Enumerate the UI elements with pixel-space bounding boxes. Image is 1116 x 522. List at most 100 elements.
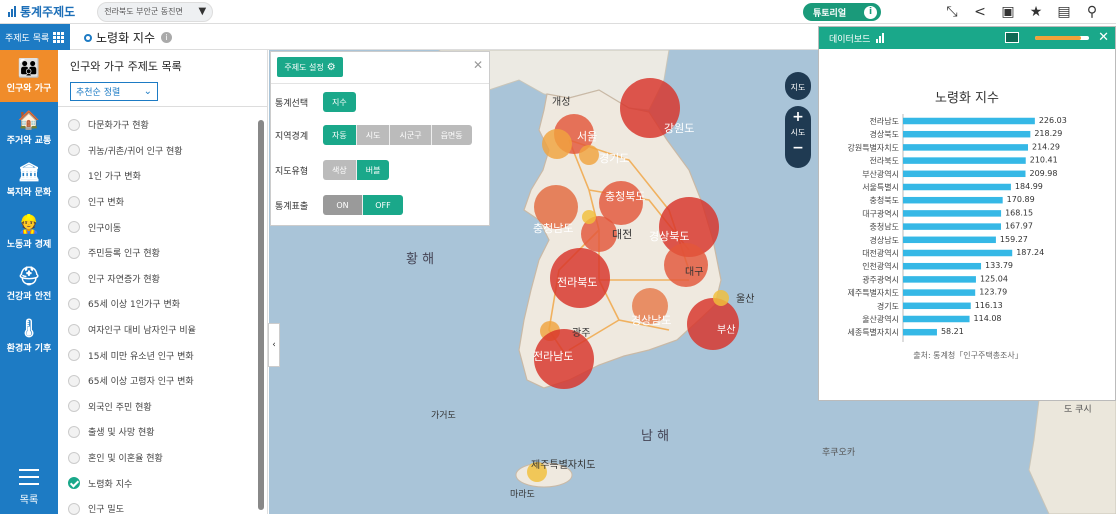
place-label: 충청북도: [605, 190, 645, 203]
chevron-left-icon: ‹: [272, 340, 276, 350]
chart-bar[interactable]: [903, 302, 971, 310]
segment-option[interactable]: 지수: [323, 92, 356, 112]
info-icon: i: [864, 5, 877, 19]
chart-bar[interactable]: [903, 210, 1002, 217]
chart-category-label: 충청남도: [870, 223, 899, 232]
map-bubble[interactable]: [579, 145, 599, 165]
close-icon[interactable]: ✕: [473, 58, 483, 72]
list-item-label: 65세 이상 1인가구 변화: [88, 300, 181, 311]
zoom-in-button[interactable]: +: [785, 109, 811, 125]
place-label: 가거도: [431, 410, 456, 421]
segment-option[interactable]: 색상: [323, 160, 357, 180]
chart-bar[interactable]: [903, 276, 976, 283]
list-item[interactable]: 노령화 지수: [68, 470, 258, 496]
map-bubble[interactable]: [582, 210, 596, 224]
chart-bar[interactable]: [903, 144, 1029, 151]
app-logo[interactable]: 통계주제도: [8, 3, 75, 20]
list-item[interactable]: 여자인구 대비 남자인구 비율: [68, 317, 258, 343]
map-bubble[interactable]: [664, 243, 708, 287]
image-icon[interactable]: [1005, 32, 1019, 43]
category-label: 주거와 교통: [6, 135, 52, 146]
chart-bar[interactable]: [903, 170, 1026, 178]
category-icon: ⛑: [17, 265, 41, 287]
theme-settings-button[interactable]: 주제도 설정 ⚙: [277, 57, 343, 77]
chart-category-label: 전라북도: [870, 156, 899, 166]
chart-bar[interactable]: [903, 223, 1001, 230]
chart-bar[interactable]: [903, 157, 1026, 164]
map-bubble[interactable]: [542, 129, 572, 159]
chart-bar[interactable]: [903, 117, 1035, 125]
zoom-level-label: 시도: [790, 128, 806, 137]
list-item[interactable]: 주민등록 인구 현황: [68, 240, 258, 266]
chart-category-label: 대전광역시: [862, 248, 899, 258]
chart-bar[interactable]: [903, 249, 1013, 257]
chart-bar[interactable]: [903, 130, 1031, 138]
segment-option[interactable]: 버블: [356, 160, 390, 180]
chart-bar[interactable]: [903, 315, 970, 323]
list-item[interactable]: 65세 이상 1인가구 변화: [68, 291, 258, 317]
panel-collapse-button[interactable]: ‹: [268, 323, 280, 367]
category-item[interactable]: 🏠 주거와 교통: [0, 102, 58, 154]
list-item[interactable]: 출생 및 사망 현황: [68, 419, 258, 445]
list-item[interactable]: 인구 자연증가 현황: [68, 266, 258, 292]
opacity-slider[interactable]: [1035, 36, 1089, 40]
map-bubble[interactable]: [713, 290, 729, 306]
scrollbar[interactable]: [258, 120, 264, 510]
list-item[interactable]: 인구이동: [68, 214, 258, 240]
category-item[interactable]: 🏛 복지와 문화: [0, 154, 58, 206]
region-select[interactable]: 전라북도 부안군 동진면 ▼: [97, 1, 214, 22]
category-label: 환경과 기후: [6, 343, 52, 354]
document-icon[interactable]: ▤: [1054, 2, 1074, 22]
place-label: 마라도: [510, 489, 535, 500]
sort-select[interactable]: 추천순 정렬 ⌄: [70, 82, 158, 101]
list-item[interactable]: 귀농/귀촌/귀어 인구 현황: [68, 138, 258, 164]
list-item[interactable]: 인구 밀도: [68, 496, 258, 522]
segment-option[interactable]: OFF: [363, 195, 403, 215]
star-icon[interactable]: ★: [1026, 2, 1046, 22]
chart-bar[interactable]: [903, 262, 982, 270]
list-item[interactable]: 15세 미만 유소년 인구 변화: [68, 342, 258, 368]
list-item[interactable]: 다문화가구 현황: [68, 112, 258, 138]
list-item-label: 인구 자연증가 현황: [88, 274, 160, 285]
radio-icon: [68, 144, 80, 157]
list-item[interactable]: 인구 변화: [68, 189, 258, 215]
chart-value-label: 184.99: [1015, 182, 1043, 191]
map-bubble[interactable]: [687, 298, 739, 350]
list-item[interactable]: 1인 가구 변화: [68, 163, 258, 189]
segment-option[interactable]: 시도: [356, 125, 391, 145]
divider: [58, 106, 268, 107]
category-item[interactable]: 👪 인구와 가구: [0, 50, 58, 102]
info-icon[interactable]: i: [161, 32, 173, 43]
segment-option[interactable]: 읍면동: [431, 125, 472, 145]
category-item[interactable]: ⛑ 건강과 안전: [0, 258, 58, 310]
segment-option[interactable]: 시군구: [390, 125, 432, 145]
close-icon[interactable]: ✕: [1098, 30, 1109, 45]
share-icon[interactable]: <: [970, 2, 990, 22]
list-item[interactable]: 65세 이상 고령자 인구 변화: [68, 368, 258, 394]
segment-option[interactable]: 자동: [323, 125, 357, 145]
theme-settings-panel: 주제도 설정 ⚙ ✕ 통계선택 지수 지역경계 자동 시도 시군구 읍면동 지도유형 색상 버블 통…: [270, 51, 490, 226]
image-icon[interactable]: ▣: [998, 2, 1018, 22]
list-item[interactable]: 외국인 주민 현황: [68, 394, 258, 420]
chart-bar[interactable]: [903, 328, 937, 336]
chart-bar[interactable]: [903, 183, 1011, 191]
shrink-icon[interactable]: ⤡: [942, 2, 962, 22]
chart-bar[interactable]: [903, 196, 1003, 204]
pin-add-icon[interactable]: ⚲: [1082, 2, 1102, 22]
list-item[interactable]: 혼인 및 이혼율 현황: [68, 445, 258, 471]
street-view-button[interactable]: 지도: [785, 72, 811, 100]
menu-button[interactable]: 목록: [0, 469, 58, 506]
category-item[interactable]: 🌡 환경과 기후: [0, 310, 58, 362]
category-icon: 🌡: [17, 317, 41, 339]
segment-option[interactable]: ON: [323, 195, 363, 215]
chart-value-label: 226.03: [1039, 116, 1067, 125]
category-item[interactable]: 👷 노동과 경제: [0, 206, 58, 258]
theme-list-button[interactable]: 주제도 목록: [0, 24, 70, 50]
chart-value-label: 170.89: [1007, 195, 1035, 204]
chart-bar[interactable]: [903, 289, 976, 296]
chart-bar[interactable]: [903, 236, 996, 244]
place-label: 개성: [552, 96, 570, 108]
zoom-out-button[interactable]: −: [785, 140, 811, 156]
chart-category-label: 세종특별자치시: [847, 327, 899, 337]
tutorial-button[interactable]: 튜토리얼 i: [803, 3, 881, 21]
